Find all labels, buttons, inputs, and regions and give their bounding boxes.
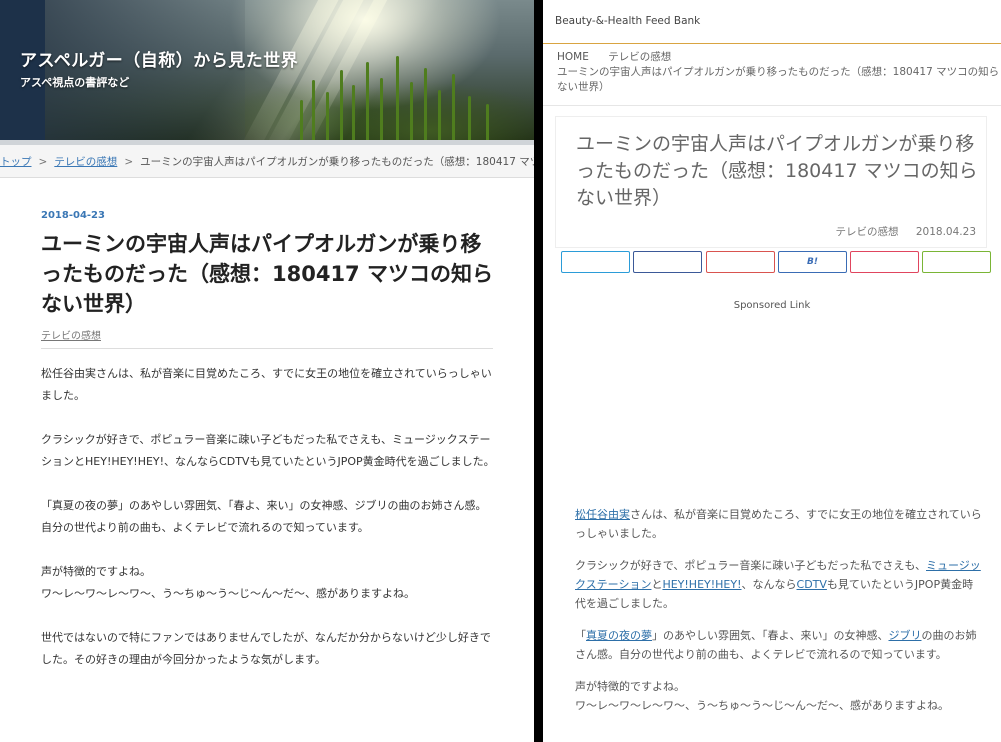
google-plus-share-button[interactable]	[706, 251, 775, 273]
paragraph: 「真夏の夜の夢」のあやしい雰囲気、「春よ、来い」の女神感、ジブリの曲のお姉さん感…	[575, 629, 977, 661]
sponsored-label: Sponsored Link	[733, 300, 811, 311]
paragraph: 声が特徴的ですよね。	[575, 680, 685, 693]
artist-link[interactable]: 松任谷由実	[575, 508, 630, 521]
post-header: ユーミンの宇宙人声はパイプオルガンが乗り移ったものだった（感想：180417 マ…	[555, 116, 987, 248]
post-body: 松任谷由実さんは、私が音楽に目覚めたころ、すでに女王の地位を確立されていらっしゃ…	[575, 505, 983, 728]
breadcrumb-current: ユーミンの宇宙人声はパイプオルガンが乗り移ったものだった（感想：180417 マ…	[557, 66, 1000, 93]
post-date: 2018-04-23	[41, 210, 105, 221]
post-title: ユーミンの宇宙人声はパイプオルガンが乗り移ったものだった（感想：180417 マ…	[576, 133, 978, 209]
post-body: 松任谷由実さんは、私が音楽に目覚めたころ、すでに女王の地位を確立されていらっしゃ…	[41, 363, 497, 671]
paragraph: クラシックが好きで、ポピュラー音楽に疎い子どもだった私でさえも、ミュージックステ…	[575, 559, 981, 610]
paragraph: 世代ではないので特にファンではありませんでしたが、なんだか分からないけど少し好き…	[41, 631, 491, 666]
hatena-bookmark-button[interactable]: B!	[778, 251, 847, 273]
post-date: 2018.04.23	[915, 226, 976, 238]
breadcrumb-top-link[interactable]: トップ	[0, 156, 32, 168]
heyheyhey-link[interactable]: HEY!HEY!HEY!	[662, 578, 741, 591]
breadcrumb: トップ > テレビの感想 > ユーミンの宇宙人声はパイプオルガンが乗り移ったものだった（…	[0, 140, 534, 178]
breadcrumb-home-link[interactable]: HOME	[557, 51, 589, 63]
facebook-share-button[interactable]	[633, 251, 702, 273]
song-link[interactable]: 真夏の夜の夢	[586, 629, 652, 642]
right-blog-panel: Beauty-&-Health Feed Bank HOME テレビの感想 ユー…	[543, 0, 1001, 742]
site-title[interactable]: アスペルガー（自称）から見た世界	[20, 46, 298, 71]
paragraph: クラシックが好きで、ポピュラー音楽に疎い子どもだった私でさえも、ミュージックステ…	[41, 433, 495, 468]
breadcrumb-category-link[interactable]: テレビの感想	[608, 51, 671, 63]
cdtv-link[interactable]: CDTV	[797, 578, 827, 591]
pocket-share-button[interactable]	[850, 251, 919, 273]
paragraph: ワ〜レ〜ワ〜レ〜ワ〜、う〜ちゅ〜う〜じ〜ん〜だ〜、感がありますよね。	[575, 699, 949, 712]
breadcrumb-category-link[interactable]: テレビの感想	[54, 156, 117, 168]
post-title: ユーミンの宇宙人声はパイプオルガンが乗り移ったものだった（感想：180417 マ…	[41, 232, 493, 316]
site-subtitle: アスペ視点の書評など	[20, 76, 130, 89]
paragraph: 松任谷由実さんは、私が音楽に目覚めたころ、すでに女王の地位を確立されていらっしゃ…	[41, 367, 492, 402]
post-category-link[interactable]: テレビの感想	[836, 226, 899, 238]
paragraph: 声が特徴的ですよね。	[41, 565, 151, 578]
post-meta: テレビの感想 2018.04.23	[576, 224, 986, 239]
breadcrumb-current: ユーミンの宇宙人声はパイプオルガンが乗り移ったものだった（感想：180417 マ…	[140, 156, 534, 168]
article: 2018-04-23 ユーミンの宇宙人声はパイプオルガンが乗り移ったものだった（…	[41, 210, 497, 671]
left-blog-panel: アスペルガー（自称）から見た世界 アスペ視点の書評など トップ > テレビの感想 > ユ…	[0, 0, 534, 742]
site-name-bar: Beauty-&-Health Feed Bank	[543, 0, 1001, 44]
breadcrumb: HOME テレビの感想 ユーミンの宇宙人声はパイプオルガンが乗り移ったものだった…	[543, 44, 1001, 106]
line-share-button[interactable]	[922, 251, 991, 273]
ghibli-link[interactable]: ジブリ	[889, 629, 922, 642]
post-category-link[interactable]: テレビの感想	[41, 327, 493, 349]
paragraph: 「真夏の夜の夢」のあやしい雰囲気、「春よ、来い」の女神感、ジブリの曲のお姉さん感…	[41, 499, 487, 534]
site-name[interactable]: Beauty-&-Health Feed Bank	[555, 15, 700, 27]
share-buttons: B!	[561, 251, 993, 273]
paragraph: 松任谷由実さんは、私が音楽に目覚めたころ、すでに女王の地位を確立されていらっしゃ…	[575, 508, 982, 540]
header-banner: アスペルガー（自称）から見た世界 アスペ視点の書評など	[0, 0, 534, 161]
paragraph: ワ〜レ〜ワ〜レ〜ワ〜、う〜ちゅ〜う〜じ〜ん〜だ〜、感がありますよね。	[41, 587, 415, 600]
twitter-share-button[interactable]	[561, 251, 630, 273]
